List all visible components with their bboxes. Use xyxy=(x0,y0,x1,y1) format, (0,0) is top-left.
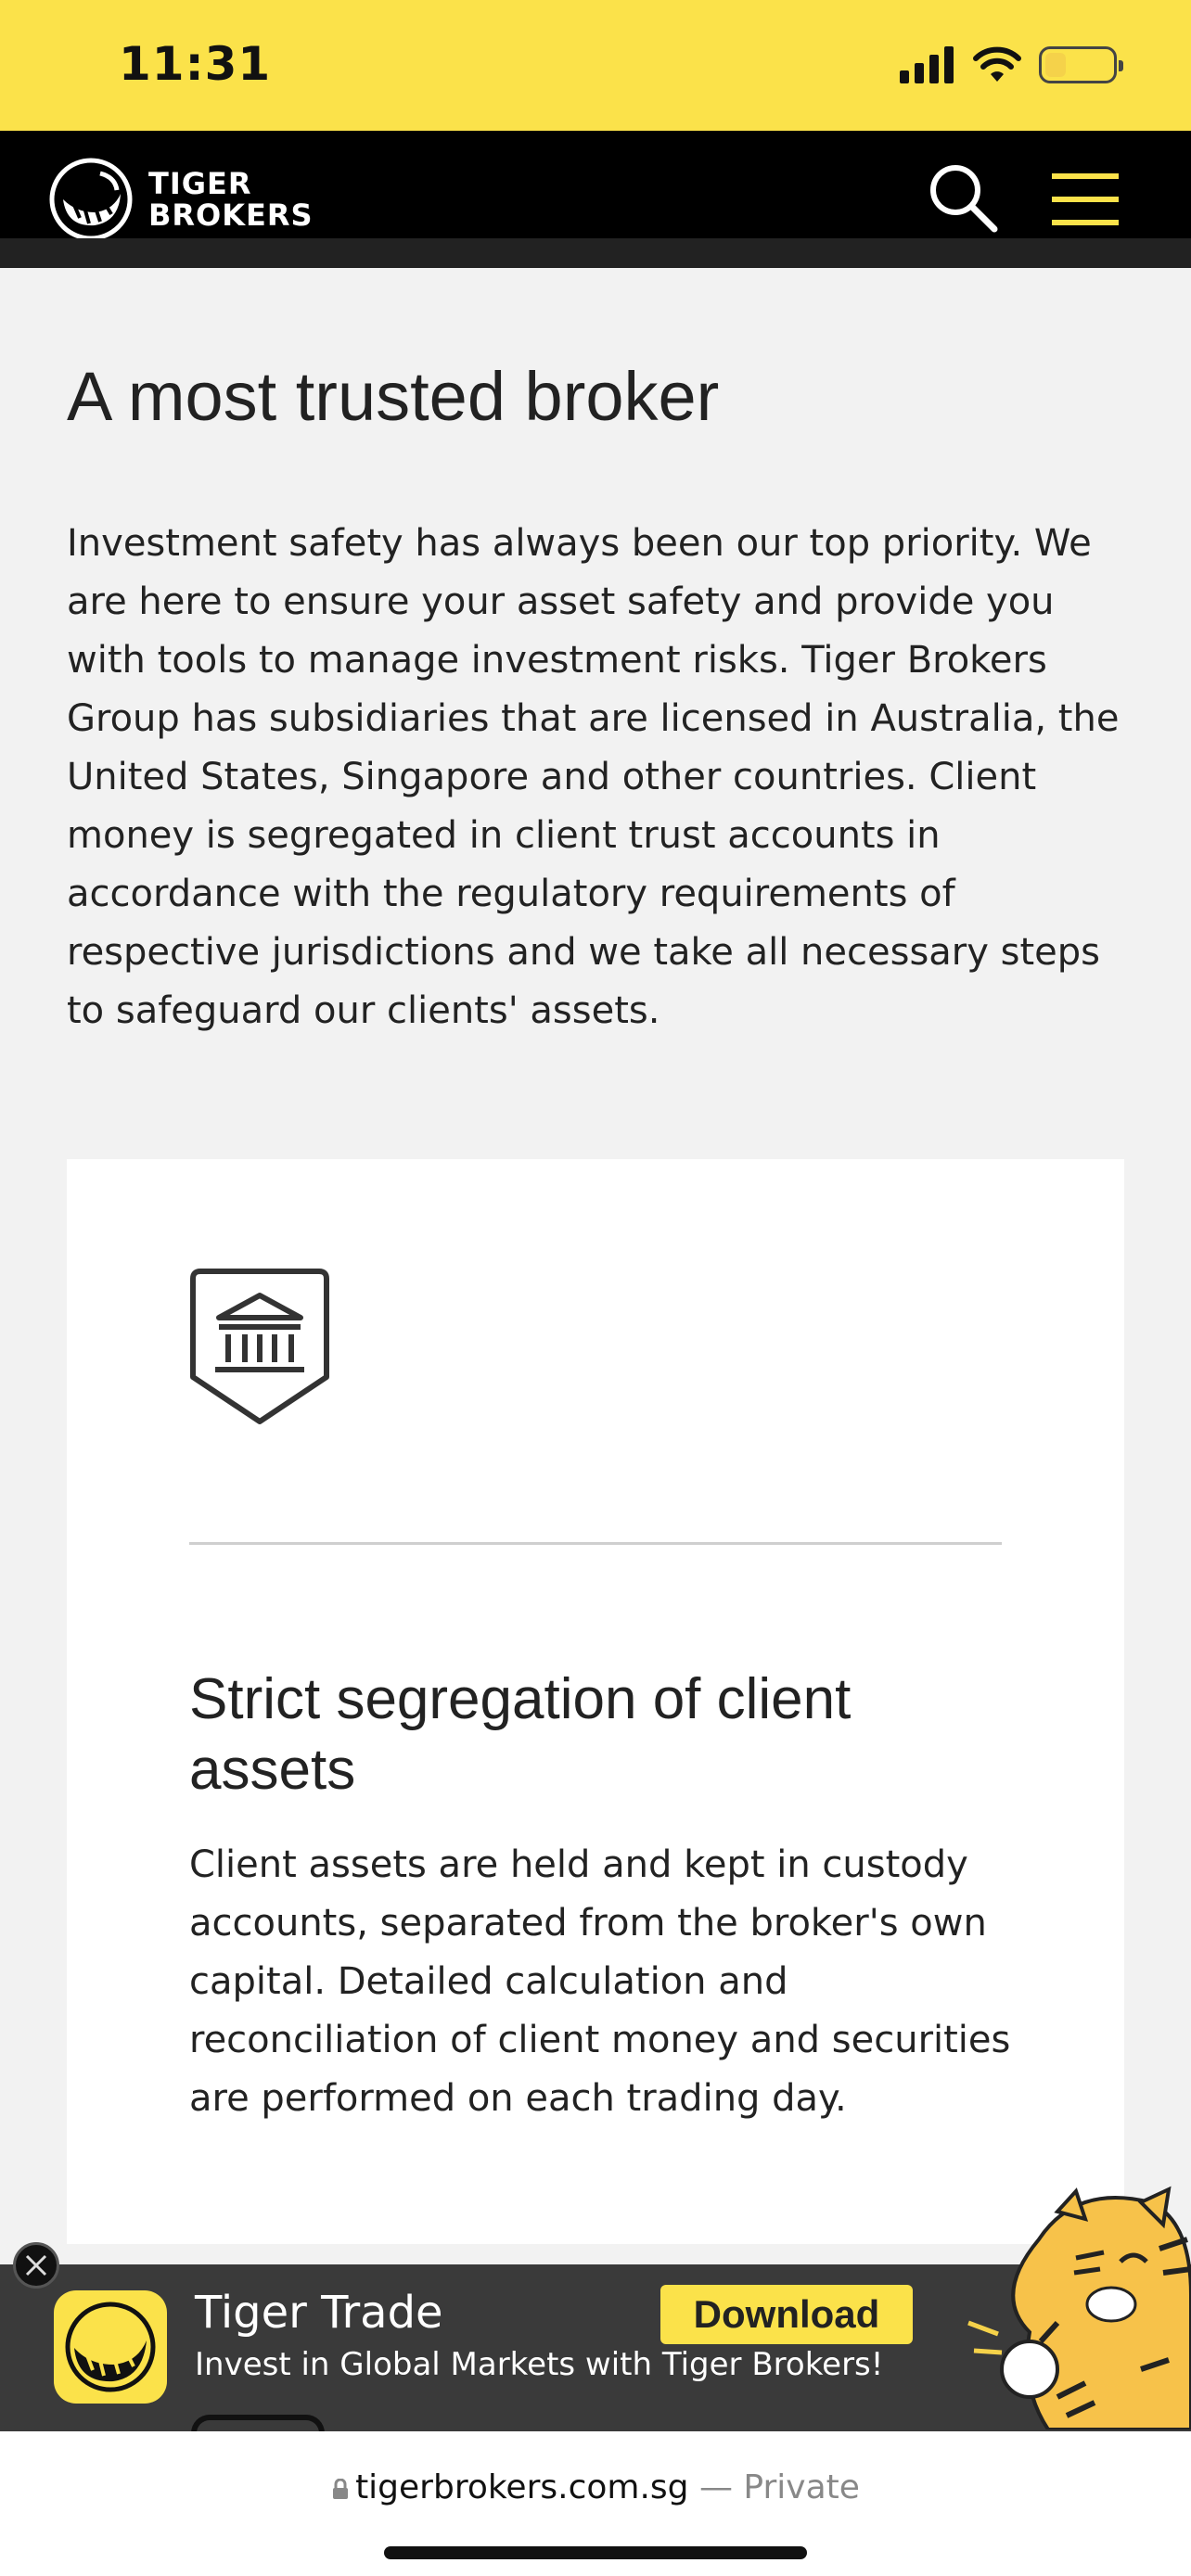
url-domain: tigerbrokers.com.sg xyxy=(355,2468,689,2506)
tiger-trade-app-icon xyxy=(54,2290,167,2404)
tiger-mascot-icon xyxy=(967,2186,1191,2429)
menu-line xyxy=(1052,173,1119,179)
menu-line xyxy=(1052,197,1119,202)
search-icon xyxy=(930,165,998,233)
intro-paragraph: Investment safety has always been our to… xyxy=(67,522,1120,1032)
card-body: Client assets are held and kept in custo… xyxy=(189,1843,1011,2120)
logo-text-line1: TIGER xyxy=(148,166,252,201)
banner-app-subtitle: Invest in Global Markets with Tiger Brok… xyxy=(195,2346,884,2383)
status-time: 11:31 xyxy=(119,37,272,91)
lock-icon xyxy=(333,2479,349,2499)
site-header: TIGER BROKERS xyxy=(0,131,1191,241)
battery-icon xyxy=(1039,46,1123,83)
private-mode-label: Private xyxy=(743,2468,860,2506)
hamburger-menu-button[interactable] xyxy=(1052,173,1119,225)
search-button[interactable] xyxy=(928,162,998,233)
status-icons xyxy=(900,46,1123,83)
close-icon xyxy=(25,2254,47,2276)
wifi-icon xyxy=(973,46,1021,82)
url-display[interactable]: tigerbrokers.com.sg — Private xyxy=(0,2468,1191,2506)
card-title: Strict segregation of client assets xyxy=(189,1667,852,1802)
logo-text-line2: BROKERS xyxy=(148,198,314,233)
card-divider xyxy=(189,1542,1002,1545)
header-divider-strip xyxy=(0,238,1191,268)
tiger-logo-icon xyxy=(49,158,133,241)
browser-url-bar[interactable]: tigerbrokers.com.sg — Private xyxy=(0,2431,1191,2576)
page-title: A most trusted broker xyxy=(67,358,720,435)
feature-card: Strict segregation of client assets Clie… xyxy=(67,1159,1124,2244)
status-bar: 11:31 xyxy=(0,0,1191,131)
home-indicator[interactable] xyxy=(384,2546,807,2559)
banner-app-title: Tiger Trade xyxy=(195,2287,443,2339)
banner-close-button[interactable] xyxy=(13,2242,59,2289)
menu-line xyxy=(1052,220,1119,225)
bank-shield-icon xyxy=(190,1269,329,1424)
tiger-brokers-logo[interactable]: TIGER BROKERS xyxy=(48,157,314,242)
cellular-signal-icon xyxy=(900,46,954,83)
download-button[interactable]: Download xyxy=(660,2285,913,2344)
url-separator: — xyxy=(688,2468,744,2506)
